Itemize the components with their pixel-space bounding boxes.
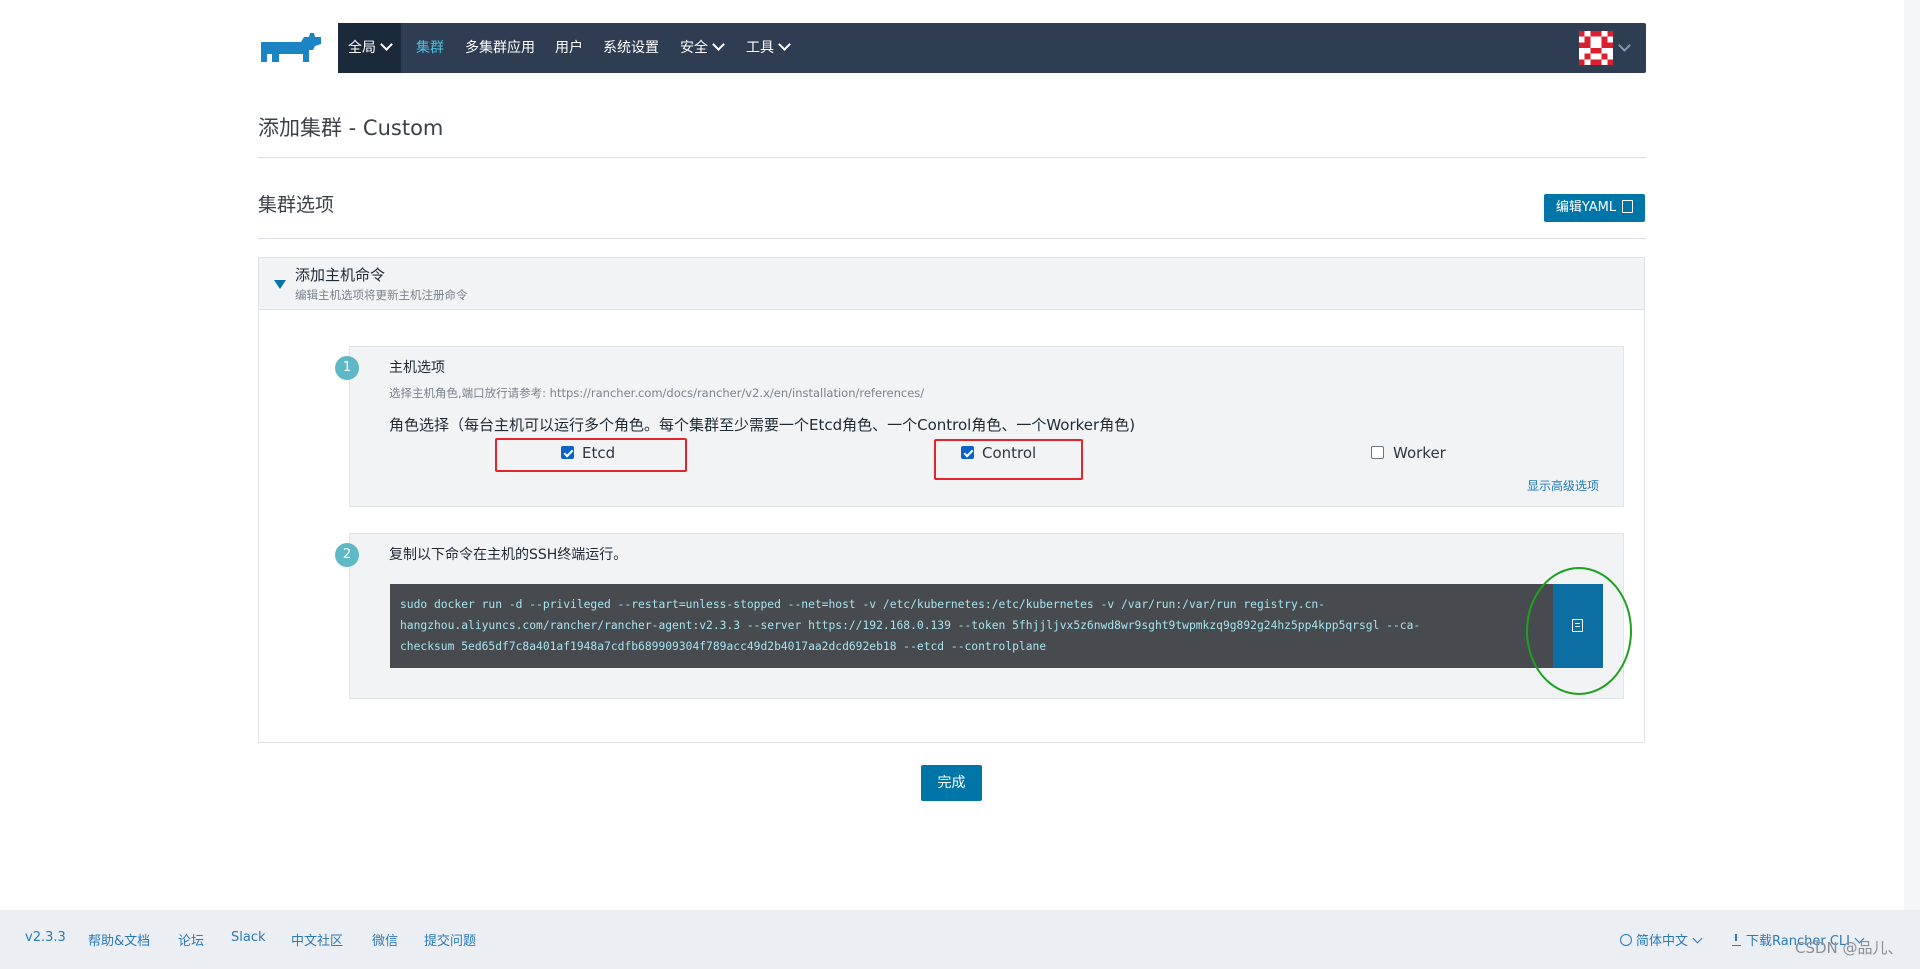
chevron-down-icon[interactable] (1618, 39, 1631, 52)
language-label: 简体中文 (1636, 934, 1689, 949)
step-number-badge: 1 (335, 356, 359, 380)
nav-item-multi-cluster-apps[interactable]: 多集群应用 (465, 23, 535, 73)
watermark: CSDN @品儿、 (1795, 939, 1903, 957)
footer-wechat-link[interactable]: 微信 (372, 930, 398, 949)
top-navbar: 全局 集群 多集群应用 用户 系统设置 安全 工具 (338, 23, 1646, 73)
section-title-cluster-options: 集群选项 (258, 194, 335, 216)
nav-item-tools[interactable]: 工具 (746, 23, 791, 73)
nav-item-users[interactable]: 用户 (555, 23, 583, 73)
divider (258, 238, 1646, 239)
edit-yaml-label: 编辑YAML (1555, 200, 1617, 215)
command-line: sudo docker run -d --privileged --restar… (400, 598, 1325, 611)
footer-report-issue-link[interactable]: 提交问题 (424, 930, 476, 949)
edit-yaml-button[interactable]: 编辑YAML (1544, 194, 1645, 222)
annotation-green-circle (1526, 567, 1632, 695)
globe-icon (1620, 934, 1632, 946)
scrollbar[interactable] (1904, 0, 1920, 910)
step-title: 复制以下命令在主机的SSH终端运行。 (389, 547, 628, 563)
nav-item-cluster[interactable]: 集群 (416, 23, 444, 73)
port-hint-text: 选择主机角色,端口放行请参考: https://rancher.com/docs… (389, 386, 925, 400)
nav-tools-label: 工具 (746, 40, 774, 56)
etcd-checkbox[interactable] (561, 446, 574, 459)
nav-item-security[interactable]: 安全 (680, 23, 725, 73)
page-title: 添加集群 - Custom (258, 116, 444, 140)
triangle-down-icon[interactable] (274, 280, 286, 289)
worker-label[interactable]: Worker (1393, 444, 1446, 462)
language-selector[interactable]: 简体中文 (1620, 930, 1703, 949)
accordion-title: 添加主机命令 (295, 266, 386, 284)
step-title: 主机选项 (389, 360, 445, 376)
nav-security-label: 安全 (680, 40, 708, 56)
worker-checkbox[interactable] (1371, 446, 1384, 459)
accordion-header[interactable]: 添加主机命令 编辑主机选项将更新主机注册命令 (258, 257, 1645, 310)
etcd-label[interactable]: Etcd (582, 444, 615, 462)
footer-forum-link[interactable]: 论坛 (178, 930, 204, 949)
control-checkbox[interactable] (961, 446, 974, 459)
nav-item-settings[interactable]: 系统设置 (603, 23, 659, 73)
divider (258, 157, 1646, 158)
step-number-badge: 2 (335, 543, 359, 567)
rancher-logo-icon[interactable] (257, 30, 323, 66)
copy-icon (1622, 200, 1634, 213)
accordion-subtitle: 编辑主机选项将更新主机注册命令 (295, 288, 468, 302)
command-line: hangzhou.aliyuncs.com/rancher/rancher-ag… (400, 619, 1421, 632)
chevron-down-icon (1692, 933, 1703, 944)
chevron-down-icon (380, 38, 393, 51)
done-button[interactable]: 完成 (921, 765, 982, 801)
chevron-down-icon (778, 38, 791, 51)
registration-command-box[interactable]: sudo docker run -d --privileged --restar… (390, 584, 1553, 668)
chevron-down-icon (712, 38, 725, 51)
user-avatar-icon[interactable] (1579, 31, 1613, 65)
download-icon (1732, 934, 1741, 946)
footer-version-link[interactable]: v2.3.3 (25, 930, 66, 945)
show-advanced-options-link[interactable]: 显示高级选项 (1527, 477, 1599, 494)
roles-label: 角色选择（每台主机可以运行多个角色。每个集群至少需要一个Etcd角色、一个Con… (389, 416, 1136, 434)
command-line: checksum 5ed65df7c8a401af1948a7cdfb68990… (400, 640, 1047, 653)
control-label[interactable]: Control (982, 444, 1036, 462)
footer-slack-link[interactable]: Slack (231, 930, 266, 945)
footer-help-docs-link[interactable]: 帮助&文档 (88, 930, 150, 949)
footer: v2.3.3 帮助&文档 论坛 Slack 中文社区 微信 提交问题 简体中文 … (0, 910, 1920, 969)
nav-global-label: 全局 (348, 40, 376, 56)
nav-global-scope[interactable]: 全局 (338, 23, 401, 73)
footer-cn-community-link[interactable]: 中文社区 (291, 930, 343, 949)
